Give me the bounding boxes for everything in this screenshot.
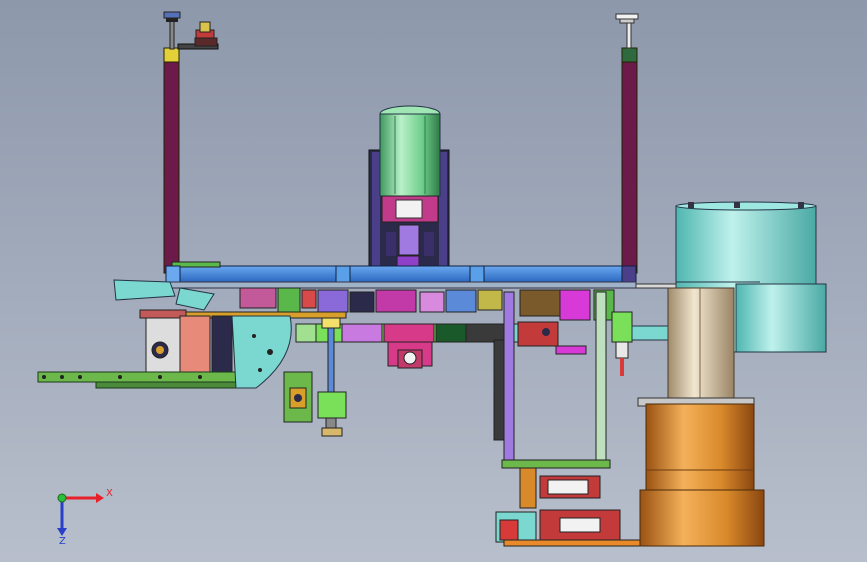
cam-disc — [231, 315, 292, 389]
cad-viewport[interactable]: X Z — [0, 0, 867, 562]
side-sensor-block — [283, 371, 313, 423]
machine-assembly-drawing[interactable]: X Z — [0, 0, 867, 562]
left-frame-post — [163, 43, 219, 274]
drive-motor — [368, 105, 450, 286]
right-top-knob — [615, 13, 639, 49]
gearbox — [387, 341, 433, 369]
z-axis-label: Z — [59, 536, 66, 547]
lower-gripper-assembly — [495, 467, 645, 547]
right-frame-post — [621, 47, 638, 274]
y-axis-dot — [57, 493, 67, 503]
left-top-knob — [163, 11, 181, 50]
coordinate-triad: X Z — [57, 488, 113, 547]
bronze-drum — [637, 397, 765, 547]
right-linear-slide — [611, 311, 673, 376]
vertical-guide-rods — [493, 291, 611, 469]
left-conveyor-rail — [37, 371, 239, 389]
right-slide-block — [517, 321, 587, 355]
main-horizontal-beam — [165, 261, 637, 289]
tan-column — [667, 287, 735, 401]
x-axis-label: X — [106, 488, 113, 499]
left-top-bracket — [194, 21, 218, 47]
